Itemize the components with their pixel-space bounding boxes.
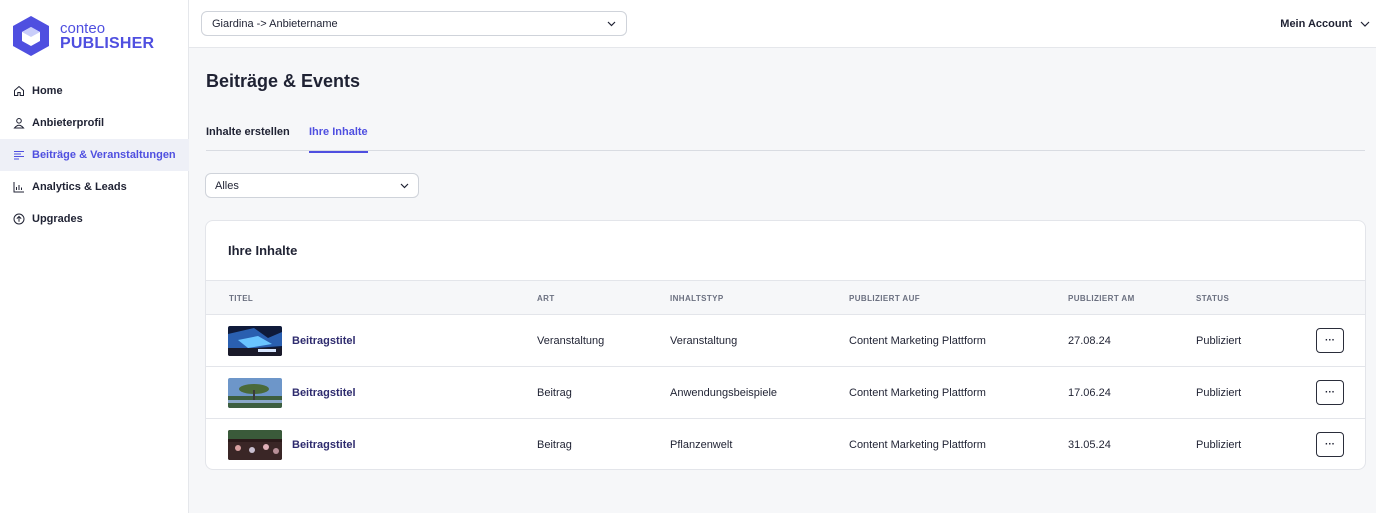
cell-inhaltstyp: Anwendungsbeispiele	[670, 387, 778, 399]
column-header-art[interactable]: ART	[537, 294, 555, 303]
chart-icon	[13, 182, 24, 193]
column-header-inhaltstyp[interactable]: INHALTSTYP	[670, 294, 724, 303]
cell-publiziert-am: 27.08.24	[1068, 335, 1111, 347]
content-thumbnail	[228, 378, 282, 408]
tab-ihre-inhalte[interactable]: Ihre Inhalte	[309, 126, 368, 153]
cell-inhaltstyp: Pflanzenwelt	[670, 439, 733, 451]
sidebar-nav: Home Anbieterprofil Beiträge & Veranstal…	[0, 75, 189, 235]
sidebar-item-label: Analytics & Leads	[32, 181, 127, 193]
card-title: Ihre Inhalte	[228, 243, 298, 258]
filter-value: Alles	[215, 179, 239, 192]
cell-publiziert-auf: Content Marketing Plattform	[849, 439, 986, 451]
sidebar-item-label: Anbieterprofil	[32, 117, 105, 129]
table-row[interactable]: Beitragstitel Beitrag Anwendungsbeispiel…	[206, 367, 1365, 419]
cell-art: Beitrag	[537, 439, 572, 451]
top-bar: Giardina -> Anbietername Mein Account	[189, 0, 1376, 48]
sidebar-item-analytics[interactable]: Analytics & Leads	[0, 171, 189, 203]
content-title-link[interactable]: Beitragstitel	[292, 335, 356, 347]
content-table-card: Ihre Inhalte TITEL ART INHALTSTYP PUBLIZ…	[205, 220, 1366, 470]
cell-art: Veranstaltung	[537, 335, 605, 347]
logo-line-2: PUBLISHER	[60, 35, 155, 52]
chevron-down-icon	[400, 183, 409, 188]
logo-wordmark: conteo PUBLISHER	[60, 20, 155, 52]
page-title: Beiträge & Events	[206, 71, 361, 91]
cell-publiziert-am: 31.05.24	[1068, 439, 1111, 451]
more-actions-button[interactable]: ···	[1316, 328, 1344, 353]
arrow-up-circle-icon	[13, 213, 25, 225]
chevron-down-icon	[607, 21, 616, 26]
user-icon	[13, 118, 25, 129]
account-menu[interactable]: Mein Account	[1280, 0, 1370, 48]
provider-select[interactable]: Giardina -> Anbietername	[201, 11, 627, 36]
table-row[interactable]: Beitragstitel Beitrag Pflanzenwelt Conte…	[206, 419, 1365, 469]
table-row[interactable]: Beitragstitel Veranstaltung Veranstaltun…	[206, 315, 1365, 367]
cell-status: Publiziert	[1196, 439, 1242, 451]
sidebar-item-label: Beiträge & Veranstaltungen	[32, 149, 176, 161]
tab-inhalte-erstellen[interactable]: Inhalte erstellen	[206, 126, 290, 151]
list-icon	[14, 151, 24, 160]
more-actions-button[interactable]: ···	[1316, 432, 1344, 457]
column-header-status[interactable]: STATUS	[1196, 294, 1229, 303]
more-actions-button[interactable]: ···	[1316, 380, 1344, 405]
content-filter-select[interactable]: Alles	[205, 173, 419, 198]
cell-publiziert-auf: Content Marketing Plattform	[849, 387, 986, 399]
cell-publiziert-auf: Content Marketing Plattform	[849, 335, 986, 347]
sidebar-item-anbieterprofil[interactable]: Anbieterprofil	[0, 107, 189, 139]
cell-inhaltstyp: Veranstaltung	[670, 335, 738, 347]
column-header-publiziert-auf[interactable]: PUBLIZIERT AUF	[849, 294, 920, 303]
sidebar-item-beitraege[interactable]: Beiträge & Veranstaltungen	[0, 139, 189, 171]
sidebar-item-label: Home	[32, 85, 63, 97]
sidebar-item-upgrades[interactable]: Upgrades	[0, 203, 189, 235]
logo[interactable]: conteo PUBLISHER	[12, 15, 154, 57]
logo-line-1: conteo	[60, 20, 106, 37]
provider-select-value: Giardina -> Anbietername	[212, 17, 338, 30]
sidebar: conteo PUBLISHER Home Anbieterprofil Bei…	[0, 0, 189, 513]
content-title-link[interactable]: Beitragstitel	[292, 387, 356, 399]
account-label: Mein Account	[1280, 18, 1352, 30]
sidebar-item-home[interactable]: Home	[0, 75, 189, 107]
home-icon	[14, 85, 24, 96]
chevron-down-icon	[1360, 21, 1370, 27]
cell-art: Beitrag	[537, 387, 572, 399]
cell-publiziert-am: 17.06.24	[1068, 387, 1111, 399]
tab-bar: Inhalte erstellen Ihre Inhalte	[206, 118, 1365, 153]
content-thumbnail	[228, 430, 282, 460]
content-title-link[interactable]: Beitragstitel	[292, 439, 356, 451]
table-header: TITEL ART INHALTSTYP PUBLIZIERT AUF PUBL…	[206, 280, 1365, 315]
column-header-publiziert-am[interactable]: PUBLIZIERT AM	[1068, 294, 1135, 303]
cell-status: Publiziert	[1196, 387, 1242, 399]
sidebar-item-label: Upgrades	[32, 213, 83, 225]
cell-status: Publiziert	[1196, 335, 1242, 347]
column-header-titel[interactable]: TITEL	[229, 294, 253, 303]
content-thumbnail	[228, 326, 282, 356]
conteo-logo-icon	[13, 16, 49, 56]
